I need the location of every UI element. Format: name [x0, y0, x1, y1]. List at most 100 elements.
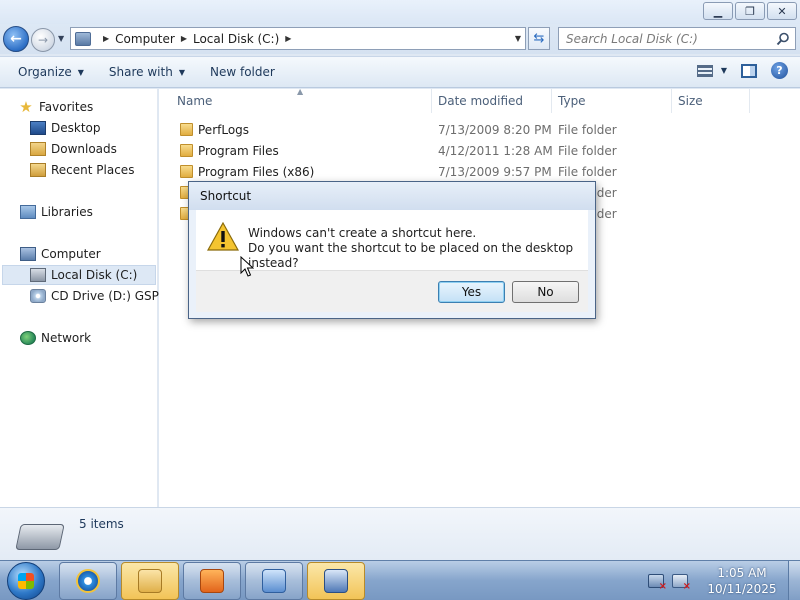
- dialog-button-bar: Yes No: [196, 270, 588, 312]
- nav-label: Favorites: [39, 100, 94, 114]
- window-titlebar: ▁ ❐ ✕: [0, 0, 800, 24]
- details-pane: 5 items: [0, 507, 800, 560]
- libraries-icon: [20, 205, 36, 219]
- column-header-date-modified[interactable]: Date modified: [432, 89, 552, 113]
- clock-date: 10/11/2025: [707, 582, 777, 596]
- sort-ascending-icon: ▲: [297, 87, 304, 96]
- column-label: Size: [678, 94, 703, 108]
- breadcrumb-chevron-icon[interactable]: ▶: [285, 34, 291, 43]
- clock-time: 1:05 AM: [717, 566, 767, 580]
- taskbar-internet-explorer[interactable]: [59, 562, 117, 600]
- no-button[interactable]: No: [512, 281, 579, 303]
- nav-label: Local Disk (C:): [51, 268, 138, 282]
- dialog-titlebar[interactable]: Shortcut: [189, 182, 595, 210]
- table-row[interactable]: Program Files 4/12/2011 1:28 AM File fol…: [159, 140, 800, 161]
- recent-pages-button[interactable]: ▼: [58, 34, 64, 43]
- minimize-icon: ▁: [713, 4, 723, 18]
- hard-drive-icon: [30, 268, 46, 282]
- clock[interactable]: 1:05 AM 10/11/2025: [696, 565, 788, 597]
- nav-label: Network: [41, 331, 92, 345]
- show-desktop-button[interactable]: [788, 561, 800, 600]
- column-label: Type: [558, 94, 586, 108]
- new-folder-button[interactable]: New folder: [203, 60, 282, 84]
- nav-favorites[interactable]: ★ Favorites: [18, 97, 93, 117]
- nav-computer[interactable]: Computer: [20, 244, 101, 264]
- restore-icon: ❐: [745, 4, 755, 18]
- media-player-icon: [200, 569, 224, 593]
- back-button[interactable]: ←: [3, 26, 29, 52]
- file-name: PerfLogs: [198, 122, 250, 137]
- folder-icon: [180, 123, 193, 136]
- downloads-icon: [30, 142, 46, 156]
- desktop-icon: [30, 121, 46, 135]
- yes-button[interactable]: Yes: [438, 281, 505, 303]
- nav-desktop[interactable]: Desktop: [30, 118, 101, 138]
- chevron-down-icon: ▼: [720, 66, 727, 75]
- change-view-button[interactable]: ▼: [696, 64, 727, 77]
- nav-label: Downloads: [51, 142, 117, 156]
- dialog-message: Windows can't create a shortcut here. Do…: [248, 226, 588, 271]
- maximize-button[interactable]: ❐: [735, 2, 765, 20]
- address-bar[interactable]: ▶ Computer ▶ Local Disk (C:) ▶ ▼: [70, 27, 526, 50]
- table-row[interactable]: Program Files (x86) 7/13/2009 9:57 PM Fi…: [159, 161, 800, 182]
- taskbar-control-panel[interactable]: [245, 562, 303, 600]
- forward-arrow-icon: →: [37, 33, 49, 47]
- column-header-type[interactable]: Type: [552, 89, 672, 113]
- search-box[interactable]: [558, 27, 796, 50]
- dialog-message-line2: Do you want the shortcut to be placed on…: [248, 241, 574, 270]
- nav-libraries[interactable]: Libraries: [20, 202, 93, 222]
- mouse-pointer-icon: [240, 256, 254, 277]
- computer-icon: [75, 31, 91, 46]
- close-icon: ✕: [777, 4, 787, 18]
- view-controls: ▼ ?: [696, 62, 788, 79]
- system-tray: 1:05 AM 10/11/2025: [648, 561, 800, 600]
- nav-network[interactable]: Network: [20, 328, 91, 348]
- nav-downloads[interactable]: Downloads: [30, 139, 117, 159]
- volume-muted-icon[interactable]: [672, 574, 691, 592]
- breadcrumb-chevron-icon[interactable]: ▶: [181, 34, 187, 43]
- nav-cd-drive[interactable]: CD Drive (D:) GSP1R: [30, 286, 175, 306]
- breadcrumb-local-disk[interactable]: Local Disk (C:): [193, 32, 279, 46]
- control-panel-icon: [262, 569, 286, 593]
- taskbar-windows-explorer[interactable]: [121, 562, 179, 600]
- folder-icon: [138, 569, 162, 593]
- nav-label: Desktop: [51, 121, 101, 135]
- file-type: File folder: [558, 122, 617, 137]
- window-controls: ▁ ❐ ✕: [703, 2, 797, 20]
- search-icon[interactable]: [776, 32, 790, 46]
- taskbar: 1:05 AM 10/11/2025: [0, 560, 800, 600]
- shortcut-dialog: Shortcut Windows can't create a shortcut…: [188, 181, 596, 319]
- hard-drive-icon: [15, 524, 65, 550]
- column-header-size[interactable]: Size: [672, 89, 750, 113]
- minimize-button[interactable]: ▁: [703, 2, 733, 20]
- breadcrumb-computer[interactable]: Computer: [115, 32, 175, 46]
- preview-pane-icon[interactable]: [741, 63, 757, 78]
- close-button[interactable]: ✕: [767, 2, 797, 20]
- organize-button[interactable]: Organize ▼: [11, 60, 91, 84]
- computer-icon: [20, 247, 36, 261]
- network-status-icon[interactable]: [648, 574, 667, 592]
- forward-button[interactable]: →: [31, 28, 55, 52]
- file-date: 7/13/2009 8:20 PM: [438, 122, 552, 137]
- internet-explorer-icon: [76, 569, 100, 593]
- file-type: File folder: [558, 164, 617, 179]
- taskbar-remote-desktop[interactable]: [307, 562, 365, 600]
- taskbar-media-player[interactable]: [183, 562, 241, 600]
- recent-places-icon: [30, 163, 46, 177]
- refresh-icon: ⇆: [533, 31, 545, 46]
- address-dropdown-icon[interactable]: ▼: [515, 34, 521, 43]
- help-icon[interactable]: ?: [771, 62, 788, 79]
- share-with-button[interactable]: Share with ▼: [102, 60, 192, 84]
- nav-recent-places[interactable]: Recent Places: [30, 160, 134, 180]
- start-button[interactable]: [7, 562, 45, 600]
- breadcrumb-chevron-icon[interactable]: ▶: [103, 34, 109, 43]
- dialog-body: Windows can't create a shortcut here. Do…: [196, 210, 588, 270]
- new-folder-label: New folder: [209, 65, 275, 79]
- nav-label: CD Drive (D:) GSP1R: [51, 289, 175, 303]
- table-row[interactable]: PerfLogs 7/13/2009 8:20 PM File folder: [159, 119, 800, 140]
- refresh-button[interactable]: ⇆: [528, 27, 550, 50]
- search-input[interactable]: [566, 31, 771, 46]
- column-header-name[interactable]: Name ▲: [159, 87, 432, 113]
- nav-local-disk[interactable]: Local Disk (C:): [2, 265, 156, 285]
- column-label: Name: [177, 94, 213, 108]
